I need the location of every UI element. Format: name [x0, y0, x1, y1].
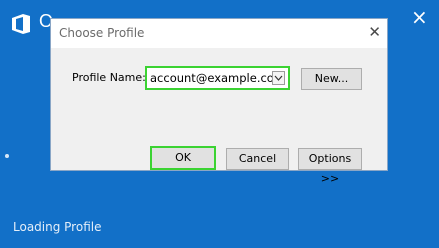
- cancel-button[interactable]: Cancel: [226, 148, 289, 170]
- close-icon[interactable]: ✕: [368, 23, 381, 41]
- dialog-title: Choose Profile: [59, 26, 145, 40]
- chevron-down-icon[interactable]: [272, 71, 285, 85]
- ok-button[interactable]: OK: [150, 146, 216, 170]
- loading-indicator-dot: [5, 154, 9, 158]
- loading-status-text: Loading Profile: [13, 220, 102, 234]
- close-icon[interactable]: ×: [411, 7, 428, 27]
- options-button[interactable]: Options >>: [298, 148, 362, 185]
- dialog-titlebar[interactable]: Choose Profile ✕: [51, 19, 387, 48]
- choose-profile-dialog: Choose Profile ✕ Profile Name: account@e…: [50, 18, 388, 185]
- profile-name-value: account@example.com: [150, 71, 286, 85]
- profile-name-label: Profile Name:: [72, 71, 146, 84]
- office-logo-icon: [10, 13, 32, 35]
- profile-name-dropdown[interactable]: account@example.com: [145, 66, 290, 90]
- new-profile-button[interactable]: New...: [301, 68, 362, 90]
